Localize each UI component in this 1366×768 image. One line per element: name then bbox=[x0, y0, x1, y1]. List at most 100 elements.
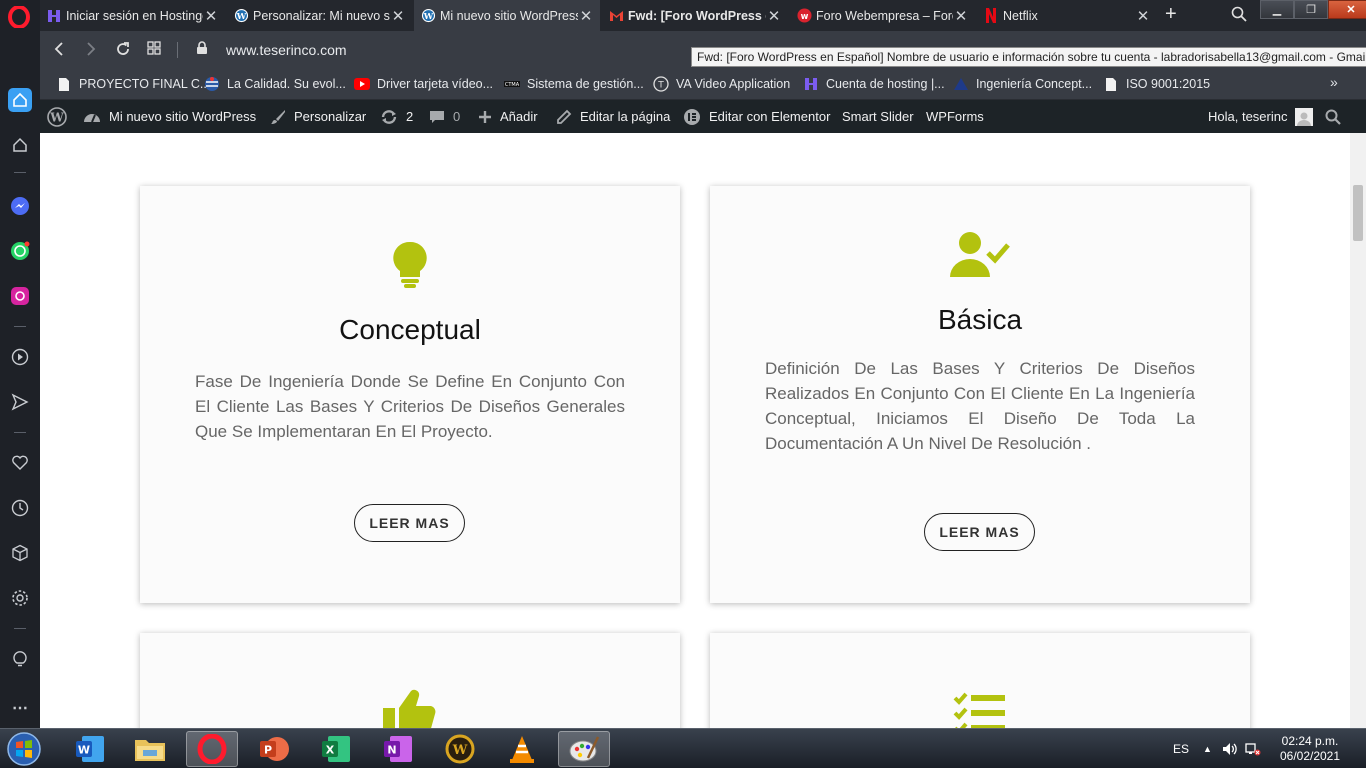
bookmark-label: Cuenta de hosting |... bbox=[826, 77, 945, 91]
svg-text:W: W bbox=[422, 11, 433, 21]
tab-netflix[interactable]: Netflix ✕ bbox=[977, 0, 1157, 31]
bookmark-va-video[interactable]: T VA Video Application bbox=[653, 75, 790, 93]
scrollbar-thumb[interactable] bbox=[1353, 185, 1363, 241]
close-icon[interactable]: ✕ bbox=[390, 7, 406, 25]
close-icon[interactable]: ✕ bbox=[1135, 7, 1151, 25]
network-icon[interactable] bbox=[1245, 729, 1261, 768]
powerpoint-icon[interactable]: P bbox=[248, 731, 300, 767]
bookmark-driver-tarjeta[interactable]: Driver tarjeta vídeo... bbox=[354, 75, 493, 93]
wp-comments-count: 0 bbox=[453, 109, 461, 124]
bookmark-cuenta-hosting[interactable]: Cuenta de hosting |... bbox=[803, 75, 945, 93]
wp-site-name[interactable]: Mi nuevo sitio WordPress bbox=[83, 100, 256, 133]
start-orb-icon[interactable] bbox=[4, 730, 48, 768]
wp-updates-count: 2 bbox=[406, 109, 414, 124]
reload-icon[interactable] bbox=[115, 41, 131, 62]
send-icon[interactable] bbox=[8, 390, 32, 414]
bookmark-ingenieria-concept[interactable]: Ingeniería Concept... bbox=[953, 75, 1092, 93]
maximize-button[interactable]: ❐ bbox=[1294, 0, 1328, 19]
tab-webempresa[interactable]: w Foro Webempresa – Foro ✕ bbox=[790, 0, 975, 31]
wp-smart-slider[interactable]: Smart Slider bbox=[842, 100, 914, 133]
excel-icon[interactable]: X bbox=[310, 731, 362, 767]
system-clock[interactable]: 02:24 p.m. 06/02/2021 bbox=[1270, 734, 1350, 764]
page-scrollbar[interactable] bbox=[1350, 133, 1366, 728]
wp-my-account[interactable]: Hola, teserinc bbox=[1208, 100, 1314, 133]
t-circle-icon: T bbox=[653, 76, 669, 92]
bookmark-sistema-gestion[interactable]: CTMA Sistema de gestión... bbox=[504, 75, 644, 93]
plus-icon bbox=[478, 110, 492, 124]
word-icon[interactable]: W bbox=[64, 731, 116, 767]
volume-icon[interactable] bbox=[1222, 729, 1238, 768]
leer-mas-button[interactable]: LEER MAS bbox=[354, 504, 465, 542]
wp-logo-icon[interactable]: W bbox=[47, 100, 67, 133]
url-field[interactable]: www.teserinco.com bbox=[226, 42, 347, 58]
world-of-warcraft-icon[interactable]: W bbox=[434, 731, 486, 767]
whatsapp-icon[interactable] bbox=[8, 239, 32, 263]
window-close-button[interactable]: ✕ bbox=[1328, 0, 1366, 19]
heart-icon[interactable] bbox=[8, 451, 32, 475]
more-dots-icon[interactable]: ⋯ bbox=[8, 696, 32, 720]
tab-search-icon[interactable] bbox=[1231, 6, 1247, 27]
tab-hostinger[interactable]: Iniciar sesión en Hostinger ✕ bbox=[40, 0, 225, 31]
paint-icon[interactable] bbox=[558, 731, 610, 767]
close-icon[interactable]: ✕ bbox=[953, 7, 969, 25]
new-tab-plus-icon[interactable]: + bbox=[1165, 3, 1177, 26]
bookmarks-bar: PROYECTO FINAL C... La Calidad. Su evol.… bbox=[40, 69, 1366, 100]
leer-mas-button[interactable]: LEER MAS bbox=[924, 513, 1035, 551]
file-explorer-icon[interactable] bbox=[124, 731, 176, 767]
wp-comments[interactable]: 0 bbox=[429, 100, 460, 133]
opera-logo-icon[interactable] bbox=[8, 5, 30, 29]
wp-edit-page[interactable]: Editar la página bbox=[556, 100, 670, 133]
close-icon[interactable]: ✕ bbox=[766, 7, 782, 25]
tab-mi-nuevo-sitio[interactable]: W Mi nuevo sitio WordPress ✕ bbox=[414, 0, 600, 31]
messenger-icon[interactable] bbox=[8, 194, 32, 218]
extensions-icon[interactable] bbox=[8, 541, 32, 565]
minimize-button[interactable]: ▁ bbox=[1260, 0, 1294, 19]
tabs-grid-icon[interactable] bbox=[147, 41, 161, 60]
close-icon[interactable]: ✕ bbox=[203, 7, 219, 25]
instagram-icon[interactable] bbox=[8, 284, 32, 308]
wp-wpforms[interactable]: WPForms bbox=[926, 100, 984, 133]
tab-personalizar[interactable]: W Personalizar: Mi nuevo sitio ✕ bbox=[227, 0, 412, 31]
svg-text:P: P bbox=[264, 744, 272, 757]
lock-icon[interactable] bbox=[196, 41, 208, 60]
bookmark-label: ISO 9001:2015 bbox=[1126, 77, 1211, 91]
bookmark-proyecto-final[interactable]: PROYECTO FINAL C... bbox=[56, 75, 210, 93]
vlc-icon[interactable] bbox=[496, 731, 548, 767]
user-check-icon bbox=[950, 231, 1010, 284]
settings-gear-icon[interactable] bbox=[8, 586, 32, 610]
forward-icon[interactable] bbox=[86, 41, 96, 62]
dashboard-gauge-icon bbox=[83, 110, 101, 124]
wp-customize[interactable]: Personalizar bbox=[270, 100, 366, 133]
wp-wpforms-label: WPForms bbox=[926, 109, 984, 124]
wp-edit-page-label: Editar la página bbox=[580, 109, 671, 124]
bookmarks-icon[interactable] bbox=[8, 133, 32, 157]
more-bookmarks-icon[interactable]: » bbox=[1330, 74, 1338, 90]
tab-title: Netflix bbox=[1003, 8, 1038, 23]
hostinger-icon bbox=[46, 8, 62, 24]
tab-title: Personalizar: Mi nuevo sitio bbox=[253, 8, 390, 23]
hostinger-icon bbox=[803, 76, 819, 92]
language-indicator[interactable]: ES bbox=[1173, 729, 1189, 768]
back-icon[interactable] bbox=[54, 41, 64, 62]
bookmark-iso-9001[interactable]: ISO 9001:2015 bbox=[1103, 75, 1210, 93]
gmail-icon bbox=[608, 8, 624, 24]
svg-text:CTMA: CTMA bbox=[505, 82, 520, 88]
webempresa-icon: w bbox=[796, 8, 812, 24]
bookmark-la-calidad[interactable]: La Calidad. Su evol... bbox=[204, 75, 346, 93]
tab-tooltip: Fwd: [Foro WordPress en Español] Nombre … bbox=[691, 47, 1366, 67]
tray-arrow-icon[interactable]: ▲ bbox=[1203, 729, 1212, 768]
close-icon[interactable]: ✕ bbox=[578, 7, 594, 25]
youtube-icon bbox=[354, 76, 370, 92]
player-icon[interactable] bbox=[8, 345, 32, 369]
onenote-icon[interactable]: N bbox=[372, 731, 424, 767]
wp-edit-elementor[interactable]: Editar con Elementor bbox=[683, 100, 830, 133]
wp-add-new[interactable]: Añadir bbox=[478, 100, 538, 133]
wp-updates[interactable]: 2 bbox=[380, 100, 413, 133]
wp-search-icon[interactable] bbox=[1325, 100, 1341, 133]
history-icon[interactable] bbox=[8, 496, 32, 520]
lightbulb-tips-icon[interactable] bbox=[8, 647, 32, 671]
opera-icon[interactable] bbox=[186, 731, 238, 767]
refresh-updates-icon bbox=[380, 109, 398, 125]
tab-gmail[interactable]: Fwd: [Foro WordPress en Español] ✕ bbox=[602, 0, 788, 31]
speed-dial-icon[interactable] bbox=[8, 88, 32, 112]
